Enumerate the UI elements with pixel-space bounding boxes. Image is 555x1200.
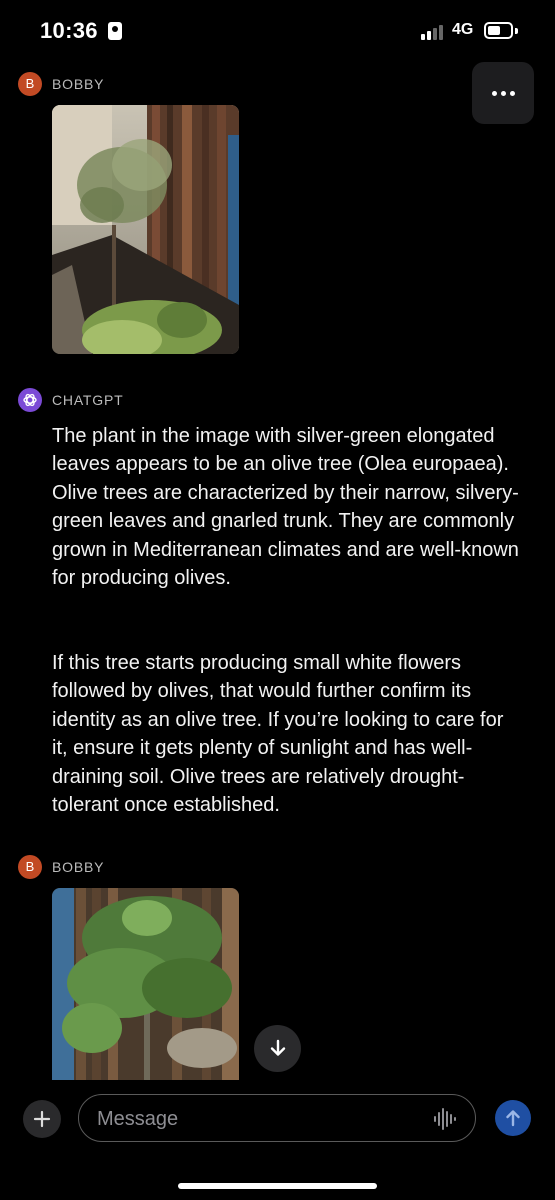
home-indicator[interactable] (178, 1183, 377, 1189)
contact-badge-icon (108, 22, 122, 40)
assistant-message: The plant in the image with silver-green… (52, 422, 522, 592)
author-name: CHATGPT (52, 392, 124, 408)
battery-cap (515, 28, 518, 34)
voice-waveform-icon[interactable] (433, 1107, 459, 1131)
message-field[interactable] (78, 1094, 476, 1142)
chatgpt-logo-icon (18, 388, 42, 412)
arrow-up-icon (506, 1110, 520, 1127)
arrow-down-icon (270, 1039, 286, 1056)
plus-icon (33, 1110, 51, 1128)
assistant-message: If this tree starts producing small whit… (52, 649, 522, 819)
author-name: BOBBY (52, 859, 105, 875)
cellular-signal-icon (421, 24, 449, 40)
status-bar: 10:36 4G (0, 0, 555, 62)
attached-photo-plant[interactable] (52, 888, 239, 1080)
ellipsis-icon (492, 91, 497, 96)
response-paragraph: The plant in the image with silver-green… (52, 425, 519, 590)
author-name: BOBBY (52, 76, 105, 92)
attach-button[interactable] (23, 1100, 61, 1138)
attached-photo-olive-tree[interactable] (52, 105, 239, 354)
scroll-to-bottom-button[interactable] (254, 1025, 301, 1072)
send-button[interactable] (495, 1100, 531, 1136)
user-avatar: B (18, 855, 42, 879)
response-paragraph: If this tree starts producing small whit… (52, 652, 504, 817)
network-type: 4G (452, 21, 474, 38)
user-avatar: B (18, 72, 42, 96)
status-time: 10:36 (40, 18, 98, 43)
battery-icon (484, 22, 513, 39)
message-input[interactable] (95, 1105, 419, 1133)
more-options-button[interactable] (472, 62, 534, 124)
composer-bar (0, 1080, 555, 1200)
